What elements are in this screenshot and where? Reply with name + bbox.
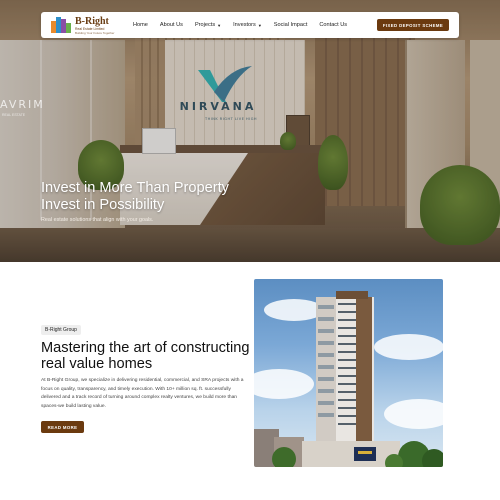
nav-item-projects[interactable]: Projects ▼	[195, 22, 221, 28]
nav-menu: Home About Us Projects ▼ Investors ▼ Socia…	[133, 12, 359, 38]
nav-item-home[interactable]: Home	[133, 22, 148, 28]
brand-name: B-Right	[75, 16, 109, 27]
nav-item-label: Projects	[194, 22, 216, 28]
chevron-down-icon: ▼	[257, 22, 262, 28]
nav-item-label: Contact Us	[319, 22, 348, 28]
hero-title: Invest in More Than Property Invest in P…	[41, 180, 229, 214]
nirvana-signage: NIRVANA	[179, 100, 257, 113]
brand-line2: Building Your Future Together	[75, 31, 115, 35]
hero-title-line1: Invest in More Than Property	[41, 180, 229, 196]
section-badge: B-Right Group	[41, 325, 81, 335]
nav-item-contact[interactable]: Contact Us	[319, 22, 347, 28]
building-tower-image	[254, 279, 443, 467]
read-more-button[interactable]: READ MORE	[41, 421, 84, 433]
chevron-down-icon: ▼	[217, 22, 222, 28]
nirvana-tagline: THINK RIGHT LIVE HIGH	[204, 117, 258, 121]
fixed-deposit-button[interactable]: FIXED DEPOSIT SCHEME	[377, 19, 449, 31]
hero-subtitle: Real estate solutions that align with yo…	[41, 217, 154, 223]
section-title: Mastering the art of constructing real v…	[41, 340, 250, 372]
nav-item-label: Investors	[233, 22, 256, 28]
nav-item-label: Social Impact	[273, 22, 308, 28]
nav-item-social-impact[interactable]: Social Impact	[274, 22, 308, 28]
hero-title-line2: Invest in Possibility	[41, 197, 165, 213]
logo-bars-icon	[51, 17, 73, 33]
left-signage-sub: REAL ESTATE	[2, 113, 26, 117]
top-navbar: B-Right Real Estate Limited Building You…	[41, 12, 459, 38]
hero-banner: NIRVANA THINK RIGHT LIVE HIGH AVRIM REAL…	[0, 0, 500, 262]
nav-item-investors[interactable]: Investors ▼	[233, 22, 262, 28]
nav-item-about[interactable]: About Us	[160, 22, 183, 28]
left-signage: AVRIM	[0, 98, 45, 111]
nav-item-label: About Us	[159, 22, 183, 28]
nav-item-label: Home	[133, 22, 148, 28]
section-body: At B-Right Group, we specialize in deliv…	[41, 378, 244, 409]
brand-logo[interactable]: B-Right Real Estate Limited Building You…	[51, 15, 121, 36]
logo-bar	[66, 23, 71, 33]
tower-illustration	[254, 291, 443, 467]
